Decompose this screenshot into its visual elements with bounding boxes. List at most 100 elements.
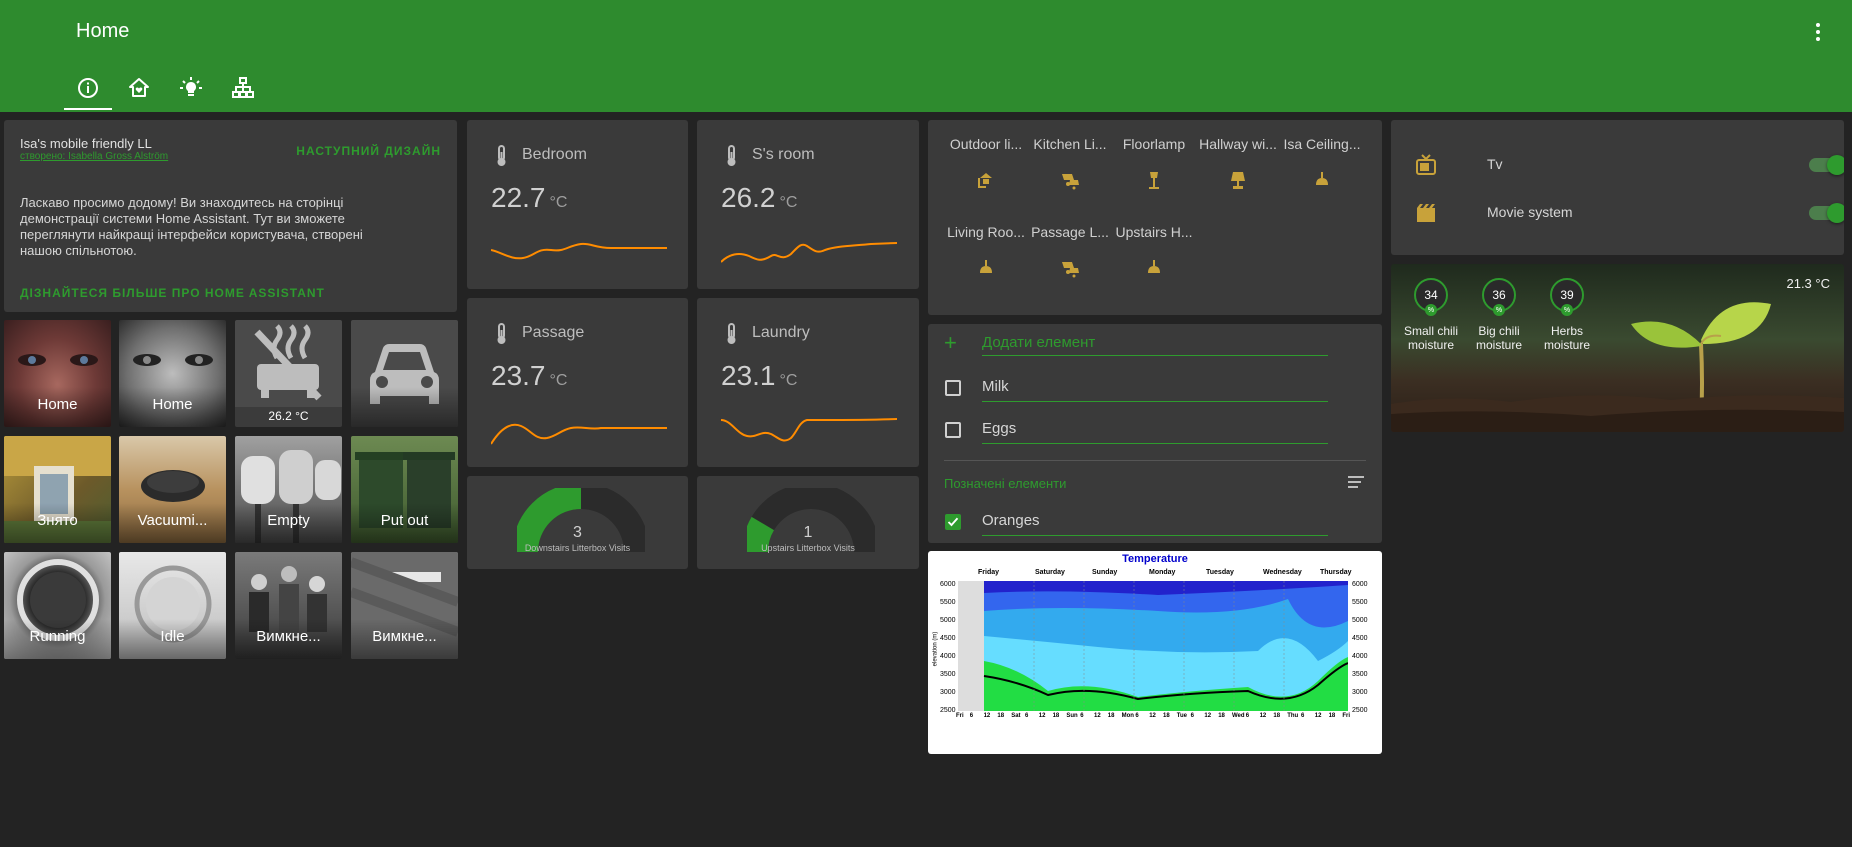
x-tick-label: 12 <box>1314 713 1322 719</box>
day-label: Tuesday <box>1206 569 1234 576</box>
toggle-knob <box>1827 155 1844 175</box>
add-item-input[interactable]: Додати елемент <box>982 334 1328 356</box>
moisture-sensor[interactable]: 34% Small chili moisture <box>1401 278 1461 352</box>
washer-tile[interactable]: Running <box>4 552 111 659</box>
percent-badge: % <box>1425 304 1437 316</box>
sensor-name: Herbs moisture <box>1537 324 1597 352</box>
x-tick-label: 12 <box>1204 713 1212 719</box>
x-tick-label: 6 <box>1135 713 1139 719</box>
learn-more-button[interactable]: ДІЗНАЙТЕСЯ БІЛЬШЕ ПРО HOME ASSISTANT <box>20 286 325 300</box>
moisture-number: 34 <box>1424 288 1438 302</box>
tile-label: Running <box>4 619 111 659</box>
sensor-number: 23.1 <box>721 360 776 391</box>
moisture-value: 34% <box>1414 278 1448 316</box>
entity-row-movie[interactable]: Movie system <box>1415 198 1844 228</box>
y-axis-title: elevation (m) <box>932 631 939 667</box>
moisture-sensor[interactable]: 36% Big chili moisture <box>1469 278 1529 352</box>
person-tile[interactable]: Home <box>4 320 111 427</box>
day-label: Saturday <box>1035 569 1065 576</box>
movie-icon <box>1417 204 1435 222</box>
vacuum-tile[interactable]: Vacuumi... <box>119 436 226 543</box>
tile-label: Вимкне... <box>235 619 342 659</box>
tab-info[interactable] <box>64 70 112 110</box>
switches-card: Tv Movie system <box>1391 120 1844 255</box>
item-checkbox[interactable] <box>945 380 961 396</box>
x-tick-label: Mon <box>1121 713 1134 719</box>
light-entity[interactable]: Kitchen Li... <box>1030 136 1110 195</box>
ceiling-light-multiple-icon <box>1062 174 1079 190</box>
tv-toggle[interactable] <box>1809 155 1844 175</box>
light-entity[interactable]: Outdoor li... <box>946 136 1026 195</box>
ceiling-light-multiple-icon <box>1062 262 1079 278</box>
x-tick-label: 6 <box>1301 713 1305 719</box>
tab-home[interactable] <box>115 70 163 110</box>
sensor-card[interactable]: S's room 26.2 °C <box>697 120 919 289</box>
sensor-card[interactable]: Bedroom 22.7 °C <box>467 120 688 289</box>
item-name[interactable]: Milk <box>982 378 1328 402</box>
sensor-card[interactable]: Passage 23.7 °C <box>467 298 688 467</box>
temperature-image-card[interactable]: Temperature Friday Saturday Sunday Monday Tu… <box>928 551 1382 754</box>
percent-badge: % <box>1493 304 1505 316</box>
dryer-tile[interactable]: Idle <box>119 552 226 659</box>
y-tick-label: 4000 <box>940 653 956 660</box>
radiator-tile[interactable]: 26.2 °C <box>235 320 342 427</box>
gauge-card[interactable]: 3 Downstairs Litterbox Visits <box>467 476 688 569</box>
thermometer-icon <box>727 145 736 166</box>
dots-vertical-icon[interactable] <box>1806 20 1830 44</box>
party-tile[interactable]: Вимкне... <box>235 552 342 659</box>
gauge-card[interactable]: 1 Upstairs Litterbox Visits <box>697 476 919 569</box>
sensor-value: 26.2 °C <box>721 182 797 214</box>
ceiling-light-icon <box>1316 172 1328 185</box>
light-entity[interactable]: Living Roo... <box>946 224 1026 283</box>
next-design-button[interactable]: НАСТУПНИЙ ДИЗАЙН <box>296 144 441 158</box>
welcome-text: Ласкаво просимо додому! Ви знаходитесь н… <box>20 195 363 258</box>
sensor-name-line1: Small chili <box>1403 324 1458 338</box>
y-tick-label: 6000 <box>1352 581 1368 588</box>
light-name: Hallway wi... <box>1199 136 1277 152</box>
tab-network[interactable] <box>219 70 267 110</box>
author-link[interactable]: створено: Isabella Gross Alström <box>20 151 168 162</box>
item-checkbox-checked[interactable] <box>945 514 961 530</box>
light-entity[interactable]: Floorlamp <box>1114 136 1194 195</box>
sensor-name: Passage <box>522 324 585 341</box>
item-checkbox[interactable] <box>945 422 961 438</box>
x-tick-label: 6 <box>969 713 974 719</box>
person-tile[interactable]: Home <box>119 320 226 427</box>
sensor-number: 22.7 <box>491 182 546 213</box>
bins-tile[interactable]: Put out <box>351 436 458 543</box>
thermometer-icon <box>727 323 736 344</box>
chart-title: Temperature <box>1122 553 1188 565</box>
item-name[interactable]: Oranges <box>982 512 1328 536</box>
y-tick-label: 5500 <box>940 599 956 606</box>
temperature-sparkline <box>721 242 897 263</box>
light-entity[interactable]: Passage L... <box>1030 224 1110 283</box>
light-entity[interactable]: Hallway wi... <box>1198 136 1278 195</box>
y-tick-label: 2500 <box>940 707 956 714</box>
door-tile[interactable]: Знято <box>4 436 111 543</box>
plant-card[interactable]: 21.3 °C 34% Small chili moisture 36% Big … <box>1391 264 1844 432</box>
sensor-card[interactable]: Laundry 23.1 °C <box>697 298 919 467</box>
movie-system-toggle[interactable] <box>1809 203 1844 223</box>
entity-row-tv[interactable]: Tv <box>1415 150 1844 180</box>
tile-label: Home <box>4 387 111 427</box>
light-name: Floorlamp <box>1122 136 1186 152</box>
light-entity[interactable]: Isa Ceiling... <box>1282 136 1362 195</box>
check-icon <box>947 517 959 527</box>
item-name[interactable]: Eggs <box>982 420 1328 444</box>
y-tick-label: 5000 <box>940 617 956 624</box>
light-entity[interactable]: Upstairs H... <box>1114 224 1194 283</box>
welcome-title: Isa's mobile friendly LL <box>20 136 152 151</box>
x-tick-label: 12 <box>1149 713 1156 719</box>
floor-lamp-icon <box>1149 172 1159 189</box>
car-tile[interactable] <box>351 320 458 427</box>
sort-icon[interactable] <box>1346 474 1366 490</box>
x-tick-label: 18 <box>997 713 1005 719</box>
moisture-sensor[interactable]: 39% Herbs moisture <box>1537 278 1597 352</box>
sensor-number: 26.2 <box>721 182 776 213</box>
tab-lights[interactable] <box>167 70 215 110</box>
moisture-value: 39% <box>1550 278 1584 316</box>
plus-icon[interactable]: + <box>944 330 957 356</box>
home-heart-icon <box>129 78 149 97</box>
mailbox-tile[interactable]: Empty <box>235 436 342 543</box>
bathroom-tile[interactable]: Вимкне... <box>351 552 458 659</box>
